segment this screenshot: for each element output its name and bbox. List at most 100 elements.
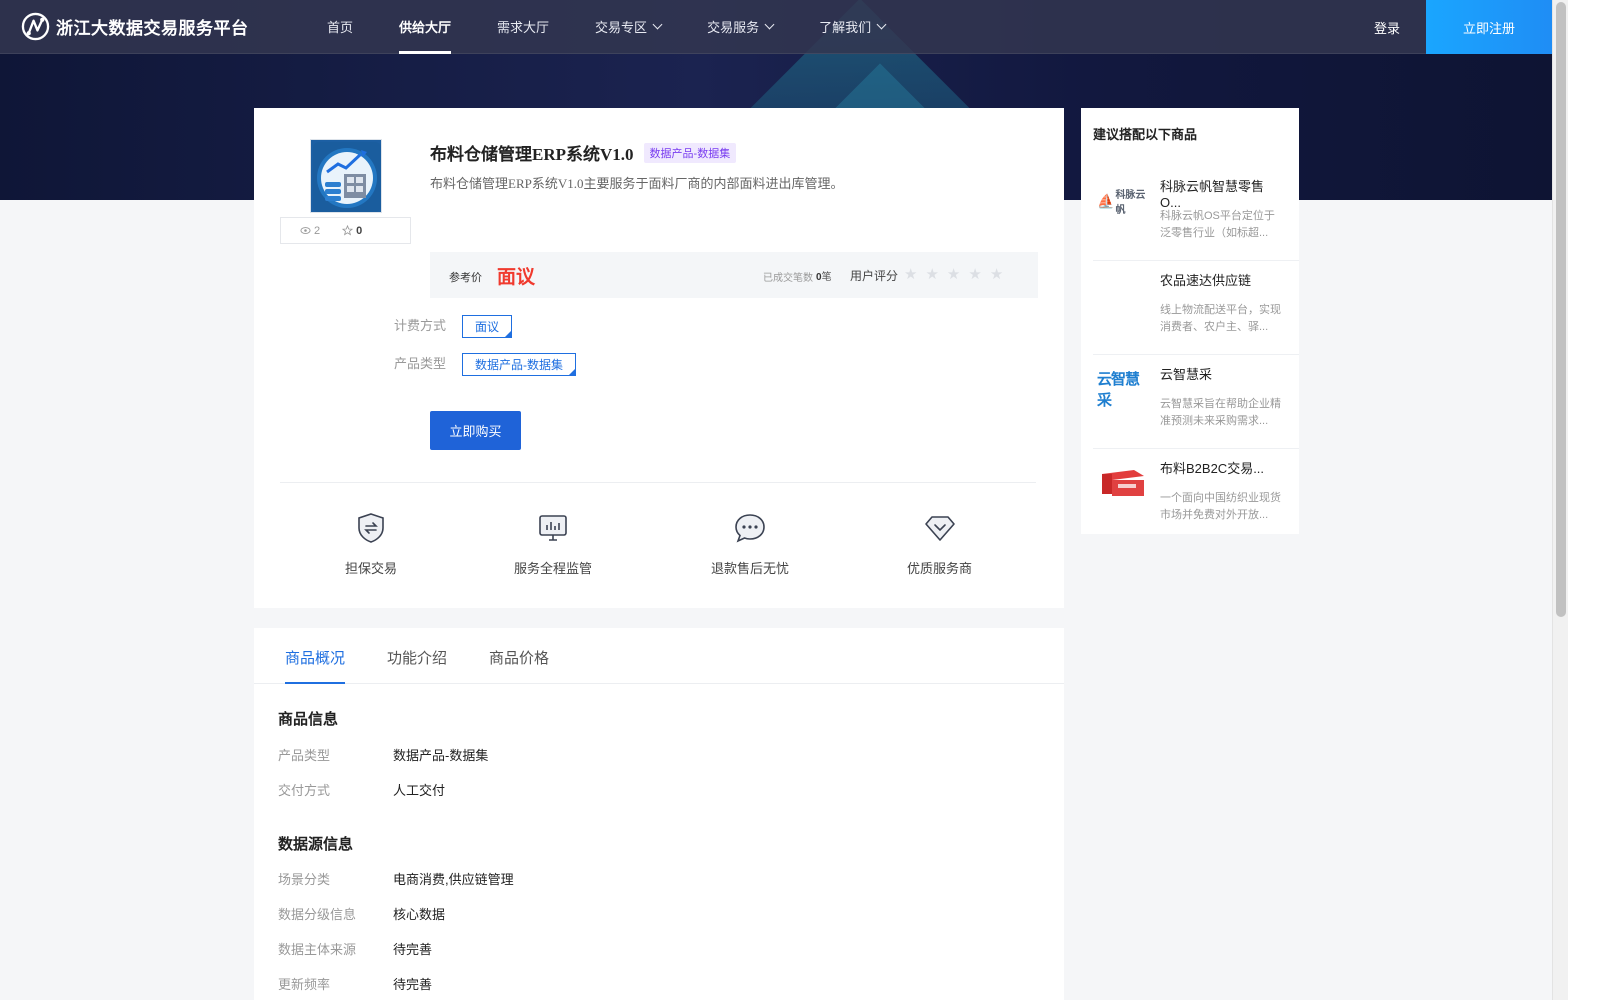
detail-tabs: 商品概况 功能介绍 商品价格 xyxy=(254,628,1064,684)
type-option[interactable]: 数据产品-数据集 xyxy=(462,353,576,376)
guarantee-escrow: 担保交易 xyxy=(345,511,397,577)
star-icon: ★ xyxy=(968,266,982,283)
chevron-down-icon xyxy=(876,19,887,30)
nav-about-us[interactable]: 了解我们 xyxy=(819,0,887,54)
recommendation-logo-text: 科脉云帆 xyxy=(1115,190,1146,216)
info-value: 待完善 xyxy=(393,977,433,992)
product-thumbnail xyxy=(310,139,382,213)
recommendation-logo xyxy=(1097,466,1149,500)
recommendation-logo xyxy=(1097,278,1149,312)
recommendation-logo: ⛵ 科脉云帆 xyxy=(1097,184,1149,218)
recommendation-desc: 一个面向中国纺织业现货市场并免费对外开放... xyxy=(1160,492,1281,521)
chevron-down-icon xyxy=(652,19,663,30)
info-value: 人工交付 xyxy=(393,783,446,798)
nav-demand-hall-label: 需求大厅 xyxy=(497,20,550,35)
eye-icon xyxy=(300,227,311,234)
recommendation-item[interactable]: 布料B2B2C交易... 一个面向中国纺织业现货市场并免费对外开放... xyxy=(1093,450,1299,543)
info-value: 核心数据 xyxy=(393,907,446,922)
recommendation-item[interactable]: 农品速达供应链 线上物流配送平台，实现消费者、农户主、驿... xyxy=(1093,262,1299,355)
product-info-title: 商品信息 xyxy=(278,711,339,728)
info-key: 更新频率 xyxy=(278,977,331,992)
rating-stars: ★ ★ ★ ★ ★ xyxy=(904,265,1011,283)
guarantee-refund-label: 退款售后无忧 xyxy=(711,561,790,576)
rating-label: 用户评分 xyxy=(850,269,899,283)
scrollbar-thumb[interactable] xyxy=(1556,2,1566,617)
price-value: 面议 xyxy=(497,267,536,288)
recommendation-item[interactable]: 云智慧采 云智慧采 云智慧采旨在帮助企业精准预测未来采购需求... xyxy=(1093,356,1299,449)
nav-trade-zone[interactable]: 交易专区 xyxy=(595,0,663,54)
nav-home-label: 首页 xyxy=(327,20,354,35)
info-key: 数据主体来源 xyxy=(278,942,357,957)
billing-label: 计费方式 xyxy=(394,318,447,333)
favorites-stat[interactable]: 0 xyxy=(342,225,362,237)
recommendation-name: 科脉云帆智慧零售O... xyxy=(1160,179,1265,210)
cloth-logo-icon xyxy=(1102,470,1144,496)
tab-pricing[interactable]: 商品价格 xyxy=(489,647,549,668)
divider xyxy=(280,482,1036,483)
product-description: 布料仓储管理ERP系统V1.0主要服务于面料厂商的内部面料进出库管理。 xyxy=(430,176,844,191)
nav-trade-zone-label: 交易专区 xyxy=(595,20,648,35)
nav-home[interactable]: 首页 xyxy=(327,0,353,54)
product-title-row: 布料仓储管理ERP系统V1.0 数据产品-数据集 xyxy=(430,140,737,165)
tab-features[interactable]: 功能介绍 xyxy=(387,647,447,668)
recommendation-name: 农品速达供应链 xyxy=(1160,273,1252,288)
logo-text: 浙江大数据交易服务平台 xyxy=(56,19,249,38)
register-button[interactable]: 立即注册 xyxy=(1426,0,1552,54)
info-key: 交付方式 xyxy=(278,783,331,798)
recommendation-logo-text: 云智慧采 xyxy=(1097,371,1140,409)
info-value: 数据产品-数据集 xyxy=(393,748,489,763)
shield-exchange-icon xyxy=(358,513,384,543)
page-scrollbar[interactable] xyxy=(1552,0,1568,1000)
recommendation-panel: 建议搭配以下商品 ⛵ 科脉云帆 科脉云帆智慧零售O... 科脉云帆OS平台定位于泛… xyxy=(1081,108,1299,534)
recommendation-logo: 云智慧采 xyxy=(1097,371,1149,409)
price-label: 参考价 xyxy=(449,272,482,284)
window-edge xyxy=(1568,0,1600,1000)
logo-icon xyxy=(21,12,50,41)
chevron-down-icon xyxy=(764,19,775,30)
guarantee-quality-provider: 优质服务商 xyxy=(907,511,972,577)
product-title: 布料仓储管理ERP系统V1.0 xyxy=(430,145,634,164)
guarantee-supervision-label: 服务全程监管 xyxy=(514,561,593,576)
sail-icon: ⛵ xyxy=(1097,192,1115,209)
guarantee-escrow-label: 担保交易 xyxy=(345,561,398,576)
product-stats: 2 0 xyxy=(280,217,411,244)
guarantee-quality-provider-label: 优质服务商 xyxy=(907,561,973,576)
product-detail-section: 商品概况 功能介绍 商品价格 商品信息 产品类型 数据产品-数据集 交付方式 人… xyxy=(254,628,1064,1000)
category-tag: 数据产品-数据集 xyxy=(643,142,737,163)
chat-bubble-icon xyxy=(735,514,765,543)
top-navigation: 浙江大数据交易服务平台 首页 供给大厅 需求大厅 交易专区 交易服务 了解我们 … xyxy=(0,0,1552,54)
star-icon: ★ xyxy=(904,266,918,283)
nav-trade-service[interactable]: 交易服务 xyxy=(707,0,775,54)
product-card: 2 0 布料仓储管理ERP系统V1.0 数据产品-数据集 布料仓储管理ERP系统… xyxy=(254,108,1064,608)
info-key: 数据分级信息 xyxy=(278,907,357,922)
star-outline-icon xyxy=(342,225,354,236)
info-value: 电商消费,供应链管理 xyxy=(393,872,514,887)
info-value: 待完善 xyxy=(393,942,433,957)
warehouse-chart-icon xyxy=(313,142,381,212)
recommendation-item[interactable]: ⛵ 科脉云帆 科脉云帆智慧零售O... 科脉云帆OS平台定位于泛零售行业（如标超.… xyxy=(1093,168,1299,261)
nav-trade-service-label: 交易服务 xyxy=(707,20,760,35)
site-logo[interactable]: 浙江大数据交易服务平台 xyxy=(21,12,311,41)
buy-now-button[interactable]: 立即购买 xyxy=(430,411,521,450)
main-nav: 首页 供给大厅 需求大厅 交易专区 交易服务 了解我们 xyxy=(327,0,931,54)
views-count: 2 xyxy=(314,224,321,237)
recommendation-desc: 科脉云帆OS平台定位于泛零售行业（如标超... xyxy=(1160,210,1275,239)
tab-overview[interactable]: 商品概况 xyxy=(285,647,346,684)
nav-supply-hall[interactable]: 供给大厅 xyxy=(399,0,452,54)
nav-about-us-label: 了解我们 xyxy=(819,20,872,35)
login-link[interactable]: 登录 xyxy=(1374,0,1400,54)
recommendation-title: 建议搭配以下商品 xyxy=(1093,127,1198,142)
diamond-check-icon xyxy=(924,516,955,541)
billing-option[interactable]: 面议 xyxy=(462,315,513,338)
nav-demand-hall[interactable]: 需求大厅 xyxy=(497,0,549,54)
nav-supply-hall-label: 供给大厅 xyxy=(399,20,452,35)
source-info-title: 数据源信息 xyxy=(278,836,354,853)
recommendation-name: 布料B2B2C交易... xyxy=(1160,461,1265,476)
guarantee-refund: 退款售后无忧 xyxy=(711,511,789,577)
deal-count-label: 已成交笔数 xyxy=(763,273,813,284)
recommendation-desc: 线上物流配送平台，实现消费者、农户主、驿... xyxy=(1160,304,1281,333)
deal-count: 0笔 xyxy=(816,268,832,283)
star-icon: ★ xyxy=(925,266,939,283)
recommendation-name: 云智慧采 xyxy=(1160,367,1213,382)
star-icon: ★ xyxy=(946,266,961,283)
